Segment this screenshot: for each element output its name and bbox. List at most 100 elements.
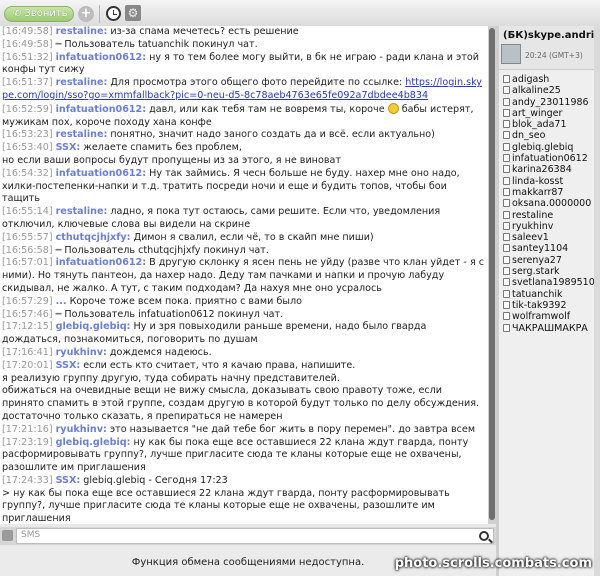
member-item[interactable]: restaline <box>499 210 600 221</box>
message-author[interactable]: restaline: <box>56 26 108 37</box>
contact-icon <box>503 108 510 117</box>
member-name: ЧАКРАШМАКРА <box>512 322 588 334</box>
message-author[interactable]: SSX: <box>56 142 81 153</box>
chat-message: [17:24:33] SSX: glebiq.glebiq - Сегодня 1… <box>0 475 488 488</box>
member-item[interactable]: santey1104 <box>499 243 600 254</box>
chat-scrollbar-thumb[interactable] <box>489 28 495 520</box>
message-input[interactable]: SMS <box>16 528 494 544</box>
message-timestamp: [16:55:14] <box>2 206 53 218</box>
chat-message: [17:20:01] SSX: если есть кто считает, чт… <box>0 360 488 373</box>
chat-message: достаточно только сказать, я препираться… <box>0 411 488 424</box>
contact-icon <box>503 154 510 163</box>
member-item[interactable]: serg.stark <box>499 266 600 277</box>
composer-bar: SMS <box>0 527 496 545</box>
member-item[interactable]: tatuanchik <box>499 289 600 300</box>
member-name: wolframwolf <box>512 311 571 323</box>
watermark: photo.scrolls.combats.com <box>394 556 592 571</box>
message-author[interactable]: glebiq.glebiq: <box>56 321 131 332</box>
message-timestamp: [17:23:19] <box>2 436 53 448</box>
member-item[interactable]: wolframwolf <box>499 311 600 322</box>
member-item[interactable]: adigash <box>499 74 600 85</box>
contact-icon <box>503 210 510 219</box>
message-timestamp: [16:57:29] <box>2 295 53 307</box>
contact-icon <box>503 278 510 287</box>
message-timestamp: [16:55:57] <box>2 231 53 243</box>
member-name: svetlana1989510 <box>512 277 595 289</box>
sms-icon[interactable] <box>2 530 13 541</box>
member-item[interactable]: art_winger <box>499 108 600 119</box>
member-item[interactable]: karina26384 <box>499 164 600 175</box>
message-author[interactable]: ryukhinv: <box>56 424 107 435</box>
message-author[interactable]: infatuation0612: <box>56 104 147 115</box>
call-button[interactable]: ✆ Звонить <box>4 6 74 22</box>
member-name: dn_seo <box>512 130 546 142</box>
member-item[interactable]: linda-kosst <box>499 176 600 187</box>
message-author[interactable]: infatuation0612: <box>56 168 147 179</box>
chat-message: [16:51:32] infatuation0612: ну я то тем б… <box>0 52 488 78</box>
member-item[interactable]: makkarr87 <box>499 187 600 198</box>
message-author[interactable]: SSX: <box>56 475 81 486</box>
system-message: [16:57:46] ━ Пользователь infatuation0612… <box>0 309 488 322</box>
add-icon[interactable]: + <box>78 6 94 22</box>
contact-icon <box>503 187 510 196</box>
message-timestamp: [16:53:40] <box>2 142 53 154</box>
member-name: alkaline25 <box>512 85 561 97</box>
chat-message: [17:16:41] ryukhinv: дождемся надеюсь. <box>0 347 488 360</box>
member-item[interactable]: infatuation0612 <box>499 153 600 164</box>
member-item[interactable]: saleev1 <box>499 232 600 243</box>
member-item[interactable]: svetlana1989510 <box>499 277 600 288</box>
member-item[interactable]: alkaline25 <box>499 85 600 96</box>
member-item[interactable]: oksana.0000000 <box>499 198 600 209</box>
message-author[interactable]: restaline: <box>56 206 108 217</box>
message-author[interactable]: SSX: <box>56 360 81 371</box>
clock-icon[interactable] <box>106 6 121 21</box>
member-item[interactable]: tik-tak9392 <box>499 300 600 311</box>
message-author[interactable]: restaline: <box>56 129 108 140</box>
member-item[interactable]: glebiq.glebiq <box>499 142 600 153</box>
message-timestamp: [16:57:46] <box>2 308 53 320</box>
search-icon[interactable] <box>479 531 489 541</box>
member-item[interactable]: blok_ada71 <box>499 119 600 130</box>
member-item[interactable]: ryukhinv <box>499 221 600 232</box>
call-button-label: Звонить <box>24 8 68 19</box>
local-time: 20:24 (GMT+3) <box>525 51 583 60</box>
contact-icon <box>503 289 510 298</box>
message-text: Пользователь tatuanchik покинул чат. <box>64 38 258 50</box>
member-name: andy_23011986 <box>512 96 589 108</box>
contact-icon <box>503 312 510 321</box>
avatar[interactable] <box>501 44 521 64</box>
member-item[interactable]: dn_seo <box>499 130 600 141</box>
chat-scrollbar[interactable] <box>488 26 496 524</box>
message-author[interactable]: infatuation0612: <box>56 52 147 63</box>
chat-message: [17:21:16] ryukhinv: это называется "не д… <box>0 424 488 437</box>
message-author[interactable]: glebiq.glebiq: <box>56 437 131 448</box>
message-author[interactable]: cthutqcjhjxfy: <box>56 232 131 243</box>
message-text: Ну так займись. Я чесн больше не буду. н… <box>149 167 460 179</box>
message-timestamp: [16:54:32] <box>2 167 53 179</box>
message-text: из-за спама мечетесь? есть решение <box>110 26 299 37</box>
message-author[interactable]: infatuation0612: <box>56 257 147 268</box>
member-item[interactable]: ЧАКРАШМАКРА <box>499 323 600 334</box>
member-item[interactable]: andy_23011986 <box>499 97 600 108</box>
message-text: давл, или как тебя там не вовремя ты, ко… <box>149 103 385 115</box>
gear-icon[interactable]: ⚙ <box>125 5 141 21</box>
contact-icon <box>503 255 510 264</box>
message-author[interactable]: ryukhinv: <box>56 347 107 358</box>
contact-icon <box>503 120 510 129</box>
message-author[interactable]: ... <box>56 296 67 307</box>
members-scrollbar[interactable] <box>594 26 600 576</box>
message-text: Короче тоже всем пока. приятно с вами бы… <box>69 295 302 307</box>
phone-icon: ✆ <box>13 8 22 19</box>
message-text: это называется "не дай тебе бог жить в п… <box>109 423 476 435</box>
message-text: Пользователь cthutqcjhjxfy покинул чат. <box>64 244 269 256</box>
member-item[interactable]: serenya27 <box>499 255 600 266</box>
message-text: желаете спамить без проблем, <box>83 142 242 154</box>
message-text: > ну как бы пока еще все оставшиеся 22 к… <box>2 487 450 524</box>
smiley-icon <box>387 102 399 114</box>
message-author[interactable]: restaline: <box>56 77 108 88</box>
chat-message: но если ваши вопросы будут пропущены из … <box>0 155 488 168</box>
message-timestamp: [17:24:33] <box>2 474 53 486</box>
system-message: [16:49:58] ━ Пользователь tatuanchik поки… <box>0 39 488 52</box>
message-timestamp: [16:49:58] <box>2 26 53 37</box>
message-timestamp: [17:20:01] <box>2 359 53 371</box>
